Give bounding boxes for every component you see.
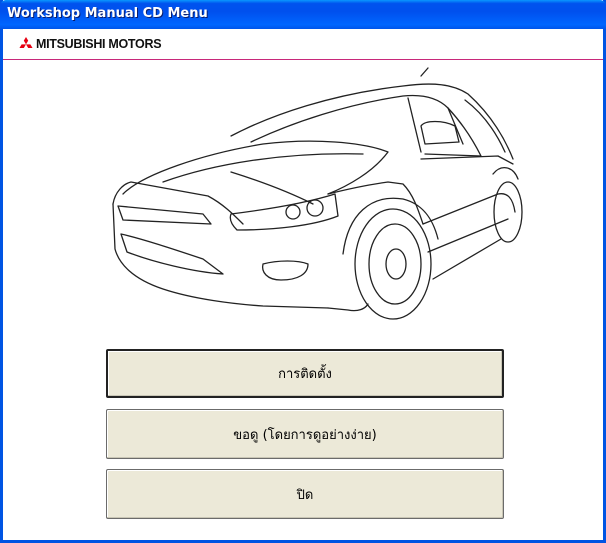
view-easy-button[interactable]: ขอดู (โดยการดูอย่างง่าย) <box>106 409 504 459</box>
close-button[interactable]: ปิด <box>106 469 504 519</box>
brand-name: MITSUBISHI MOTORS <box>36 37 162 51</box>
app-window: Workshop Manual CD Menu MITSUBISHI MOTOR… <box>0 0 606 543</box>
mitsubishi-logo-icon <box>19 37 33 49</box>
brand-header: MITSUBISHI MOTORS <box>3 29 603 60</box>
install-button[interactable]: การติดตั้ง <box>106 349 504 398</box>
car-illustration <box>112 67 523 320</box>
title-bar[interactable]: Workshop Manual CD Menu <box>0 0 606 29</box>
window-title: Workshop Manual CD Menu <box>7 6 208 21</box>
